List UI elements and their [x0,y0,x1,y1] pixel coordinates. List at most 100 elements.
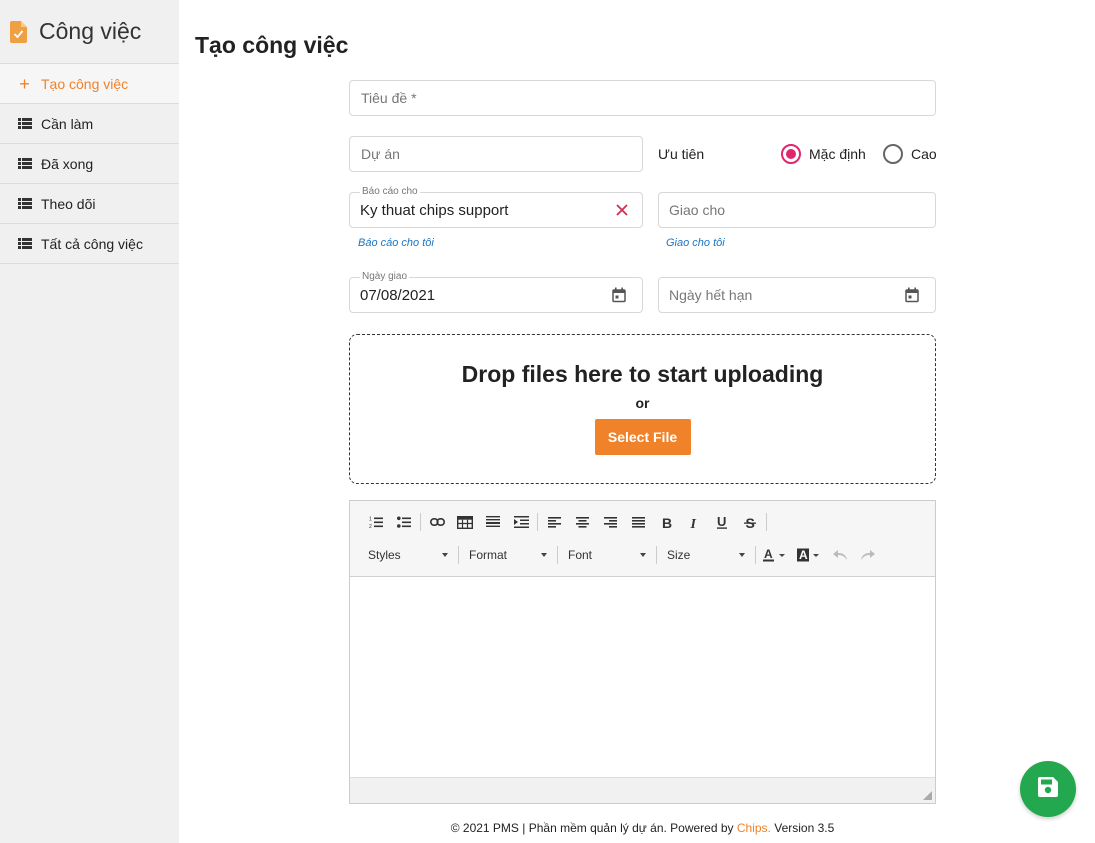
background-color-icon[interactable]: A [792,546,826,564]
sidebar-item-all-tasks[interactable]: Tất cả công việc [0,224,179,264]
editor-status-bar [350,777,935,803]
radio-label: Mặc định [809,146,866,162]
editor-toolbar: 12 B I U Styles Format Font Size A A [350,501,935,577]
caret-down-icon [640,553,646,557]
due-date-input[interactable] [669,287,889,303]
calendar-icon[interactable] [905,287,919,303]
priority-label: Ưu tiên [658,146,705,162]
due-date-field[interactable] [658,277,936,313]
project-field[interactable] [349,136,643,172]
list-icon [17,238,32,249]
numbered-list-icon[interactable]: 12 [362,513,390,531]
priority-radio-high[interactable]: Cao [883,144,937,164]
bullet-list-icon[interactable] [390,513,418,531]
project-input[interactable] [361,146,631,162]
align-justify-icon[interactable] [624,513,652,531]
svg-text:A: A [764,548,773,561]
undo-icon[interactable] [826,546,854,564]
sidebar-item-todo[interactable]: Cần làm [0,104,179,144]
align-center-icon[interactable] [568,513,596,531]
font-combo[interactable]: Font [560,545,654,565]
assign-to-input[interactable] [669,202,924,218]
sidebar-item-follow[interactable]: Theo dõi [0,184,179,224]
sidebar-item-create-task[interactable]: + Tạo công việc [0,64,179,104]
align-right-icon[interactable] [596,513,624,531]
text-color-icon[interactable]: A [758,546,792,564]
editor-content-area[interactable] [350,577,935,777]
priority-radio-default[interactable]: Mặc định [781,144,866,164]
file-dropzone[interactable]: Drop files here to start uploading or Se… [349,334,936,484]
toolbar-separator [766,513,767,531]
table-icon[interactable] [451,513,479,531]
sidebar-title: Công việc [39,18,142,44]
radio-unchecked-icon [883,144,903,164]
clear-icon[interactable] [616,204,628,216]
rich-text-editor: 12 B I U Styles Format Font Size A A [349,500,936,804]
footer-text: © 2021 PMS | Phần mềm quản lý dự án. Pow… [450,821,737,835]
footer-brand-link[interactable]: Chips. [737,821,771,835]
sidebar-item-label: Cần làm [41,115,94,132]
caret-down-icon [442,553,448,557]
floppy-disk-icon [1038,776,1058,802]
toolbar-separator [656,546,657,564]
calendar-icon[interactable] [612,287,626,303]
dropzone-or: or [635,395,650,411]
format-combo[interactable]: Format [461,545,555,565]
svg-text:U: U [717,515,726,529]
indent-icon[interactable] [507,513,535,531]
save-button[interactable] [1020,761,1076,817]
link-icon[interactable] [423,513,451,531]
styles-combo[interactable]: Styles [360,545,456,565]
radio-label: Cao [911,146,937,162]
resize-handle-icon[interactable] [923,791,932,800]
page-footer: © 2021 PMS | Phần mềm quản lý dự án. Pow… [349,821,936,835]
sidebar-item-label: Theo dõi [41,195,96,212]
toolbar-separator [458,546,459,564]
list-icon [17,198,32,209]
sidebar-item-label: Đã xong [41,155,94,172]
title-input[interactable] [361,90,921,106]
toolbar-separator [755,546,756,564]
sidebar-item-done[interactable]: Đã xong [0,144,179,184]
italic-icon[interactable]: I [680,513,708,531]
strikethrough-icon[interactable]: S [736,513,764,531]
assign-date-field[interactable]: Ngày giao 07/08/2021 [349,271,643,313]
bold-icon[interactable]: B [652,513,680,531]
combo-label: Size [667,548,691,562]
caret-down-icon [541,553,547,557]
list-icon [17,118,32,129]
dropzone-title: Drop files here to start uploading [461,361,824,387]
plus-icon: + [19,73,30,94]
redo-icon[interactable] [854,546,882,564]
sidebar-item-label: Tạo công việc [41,75,129,92]
sidebar-item-label: Tất cả công việc [41,235,143,252]
toolbar-separator [557,546,558,564]
size-combo[interactable]: Size [659,545,753,565]
combo-label: Format [469,548,508,562]
task-document-icon [10,20,27,43]
svg-text:A: A [799,548,808,562]
assign-to-me-link[interactable]: Giao cho tôi [666,237,725,249]
report-to-me-link[interactable]: Báo cáo cho tôi [358,237,434,249]
toolbar-separator [420,513,421,531]
svg-text:1: 1 [369,516,372,522]
radio-checked-icon [781,144,801,164]
footer-version: Version 3.5 [770,821,835,835]
report-to-label: Báo cáo cho [360,186,420,197]
page-title: Tạo công việc [195,32,349,58]
toolbar-separator [537,513,538,531]
svg-text:2: 2 [369,524,372,529]
report-to-field[interactable]: Báo cáo cho Ky thuat chips support [349,186,643,228]
title-field[interactable] [349,80,936,116]
assign-date-value: 07/08/2021 [360,287,436,304]
underline-icon[interactable]: U [708,513,736,531]
align-left-icon[interactable] [540,513,568,531]
caret-down-icon [739,553,745,557]
list-icon [17,158,32,169]
sidebar: Công việc + Tạo công việc Cần làm Đã xon… [0,0,179,843]
select-file-button[interactable]: Select File [594,419,691,455]
horizontal-line-icon[interactable] [479,513,507,531]
sidebar-header: Công việc [0,0,179,64]
assign-to-field[interactable] [658,192,936,228]
svg-text:I: I [689,517,696,529]
